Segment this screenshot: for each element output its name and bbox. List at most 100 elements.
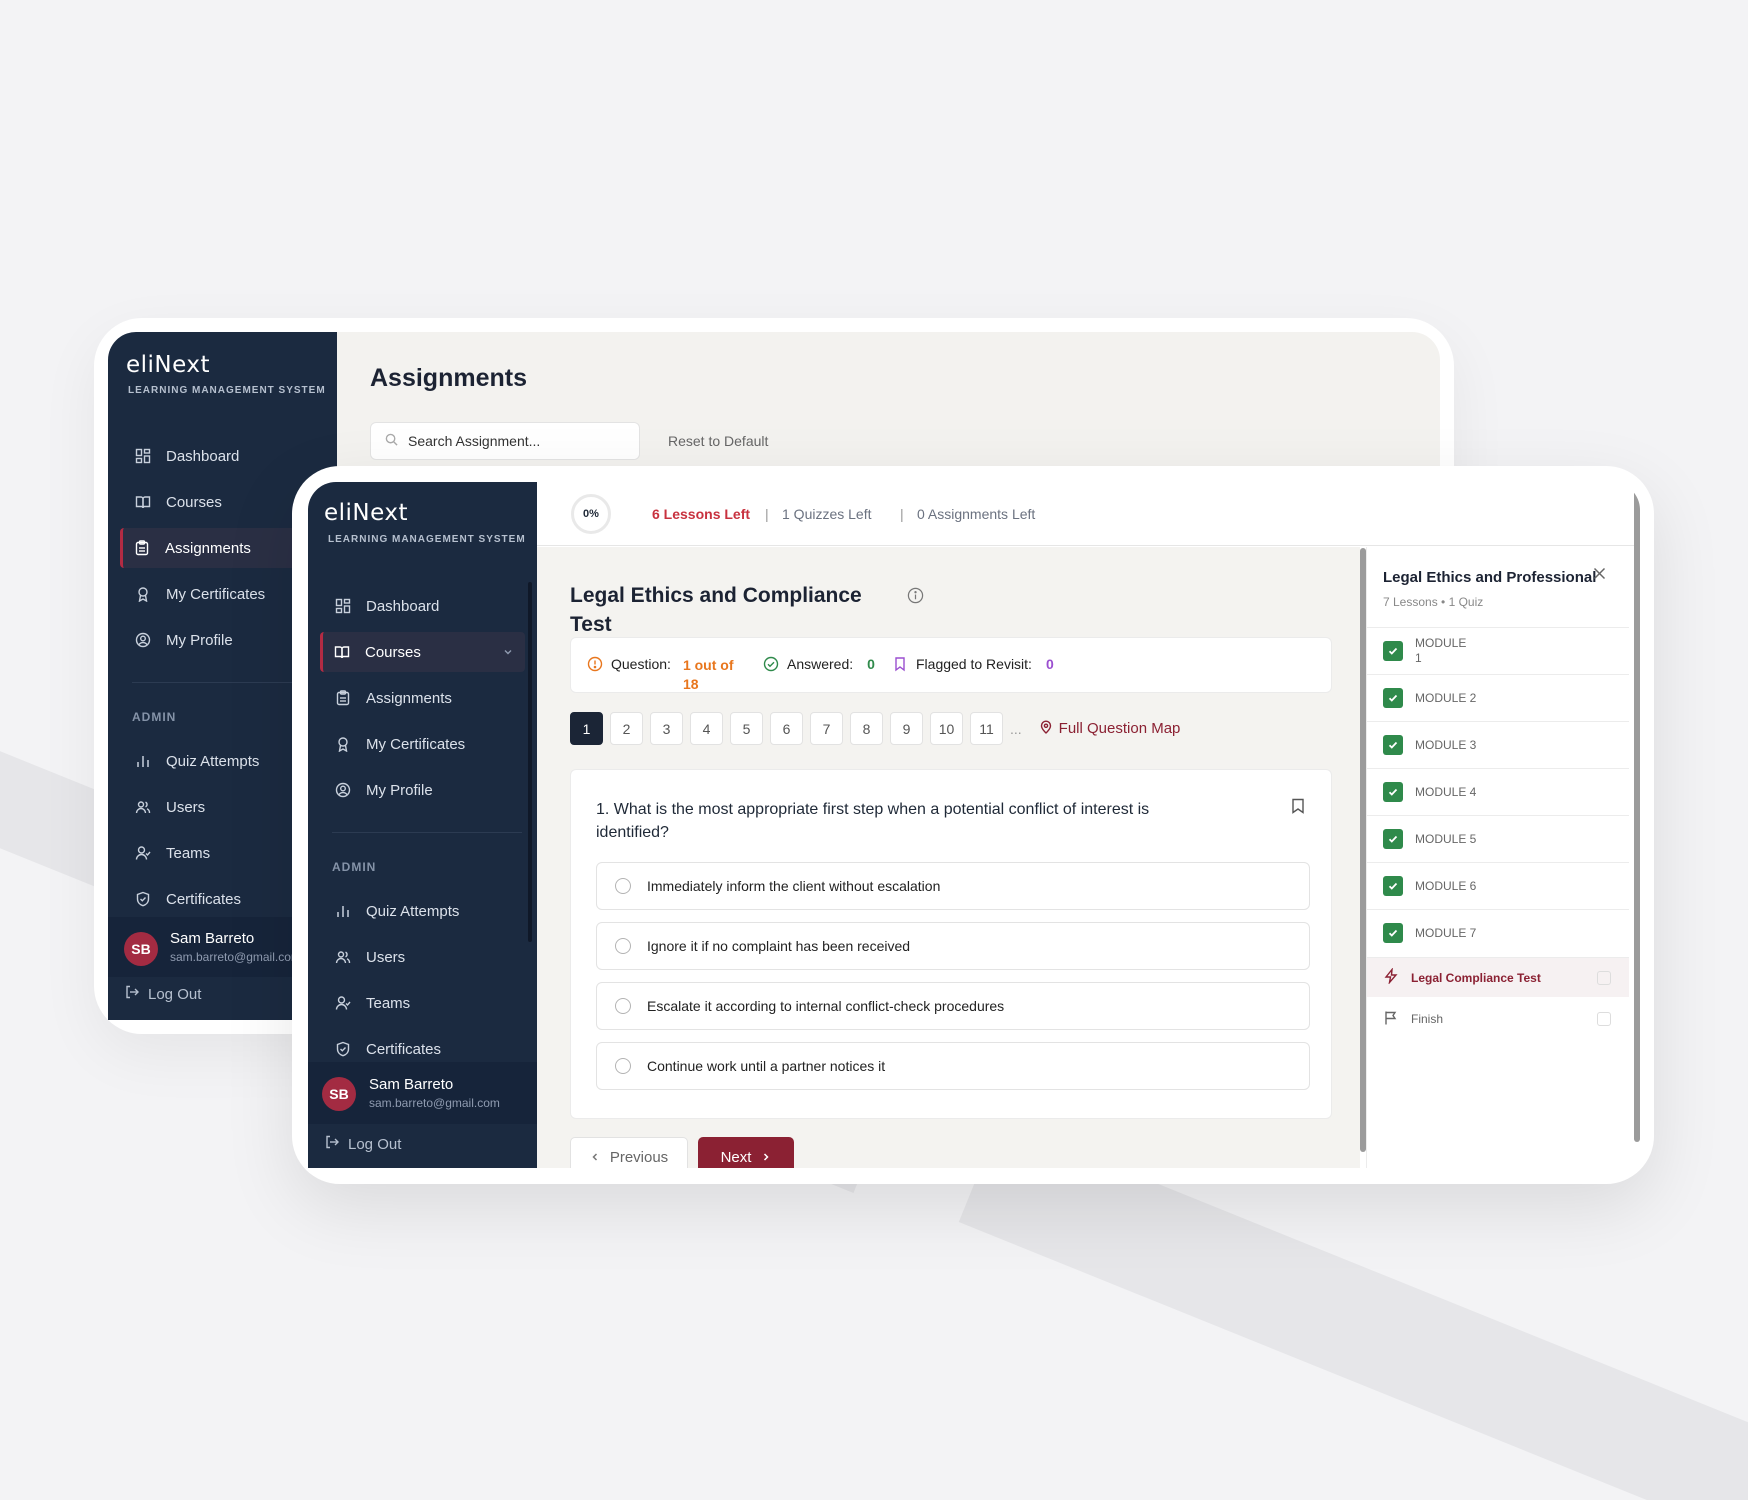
- bar-chart-icon: [134, 752, 152, 770]
- checkbox-checked-icon: [1383, 735, 1403, 755]
- module-label: MODULE 5: [1415, 832, 1477, 846]
- page-button[interactable]: 5: [730, 712, 763, 745]
- brand-logo: eliNext: [324, 500, 409, 526]
- question-value: 1 out of 18: [682, 657, 734, 692]
- sidebar-item-label: Courses: [365, 643, 421, 661]
- sidebar-item-assignments[interactable]: Assignments: [334, 678, 534, 718]
- answer-option[interactable]: Immediately inform the client without es…: [596, 862, 1310, 910]
- sidebar-item-dashboard[interactable]: Dashboard: [334, 586, 534, 626]
- page-button[interactable]: 10: [930, 712, 963, 745]
- map-pin-icon: [1039, 720, 1053, 738]
- sidebar-item-my-certificates[interactable]: My Certificates: [334, 724, 534, 764]
- logout-link[interactable]: Log Out: [324, 1134, 401, 1154]
- panel-scrollbar[interactable]: [1634, 482, 1640, 1142]
- sidebar-scrollbar[interactable]: [528, 582, 532, 942]
- admin-section-label: ADMIN: [332, 860, 377, 874]
- radio-button[interactable]: [615, 998, 631, 1014]
- page-button[interactable]: 4: [690, 712, 723, 745]
- answer-option[interactable]: Continue work until a partner notices it: [596, 1042, 1310, 1090]
- sidebar-item-label: My Certificates: [166, 585, 266, 603]
- page-button[interactable]: 8: [850, 712, 883, 745]
- bookmark-icon[interactable]: [1291, 798, 1305, 819]
- flagged-counter: Flagged to Revisit: 0: [892, 656, 1054, 675]
- sidebar-item-label: Quiz Attempts: [166, 752, 260, 770]
- option-label: Continue work until a partner notices it: [647, 1058, 886, 1074]
- answer-option[interactable]: Ignore it if no complaint has been recei…: [596, 922, 1310, 970]
- next-button[interactable]: Next: [698, 1137, 794, 1168]
- shield-icon: [334, 1040, 352, 1058]
- search-input[interactable]: Search Assignment...: [370, 422, 640, 460]
- sidebar-item-my-profile[interactable]: My Profile: [334, 770, 534, 810]
- module-item[interactable]: MODULE 2: [1367, 674, 1629, 721]
- page-button[interactable]: 6: [770, 712, 803, 745]
- chevron-down-icon: [503, 644, 513, 661]
- full-question-map-link[interactable]: Full Question Map: [1039, 720, 1180, 738]
- bar-chart-icon: [334, 902, 352, 920]
- sidebar-item-quiz-attempts[interactable]: Quiz Attempts: [334, 891, 534, 931]
- module-item[interactable]: MODULE 5: [1367, 815, 1629, 862]
- team-icon: [334, 994, 352, 1012]
- previous-button[interactable]: Previous: [570, 1137, 688, 1168]
- course-outline-panel: Legal Ethics and Professional 7 Lessons …: [1366, 547, 1640, 1168]
- sidebar-item-dashboard[interactable]: Dashboard: [134, 436, 334, 476]
- dashboard-icon: [334, 597, 352, 615]
- logout-link[interactable]: Log Out: [124, 984, 201, 1004]
- quiz-item-active[interactable]: Legal Compliance Test: [1367, 957, 1629, 997]
- check-circle-icon: [763, 656, 779, 675]
- team-icon: [134, 844, 152, 862]
- module-label: MODULE 1: [1415, 636, 1467, 665]
- separator: |: [765, 506, 769, 522]
- radio-button[interactable]: [615, 938, 631, 954]
- sidebar-item-label: Courses: [166, 493, 222, 511]
- module-label: MODULE 7: [1415, 926, 1477, 940]
- page-button[interactable]: 11: [970, 712, 1003, 745]
- lightning-icon: [1383, 967, 1399, 987]
- module-label: MODULE 6: [1415, 879, 1477, 893]
- module-item[interactable]: MODULE 3: [1367, 721, 1629, 768]
- sidebar-item-label: Assignments: [165, 539, 251, 557]
- reset-to-default-button[interactable]: Reset to Default: [668, 433, 768, 449]
- page-button[interactable]: 9: [890, 712, 923, 745]
- user-name: Sam Barreto: [369, 1076, 454, 1093]
- sidebar-item-users[interactable]: Users: [334, 937, 534, 977]
- answer-option[interactable]: Escalate it according to internal confli…: [596, 982, 1310, 1030]
- module-item[interactable]: MODULE 1: [1367, 627, 1629, 674]
- page-button[interactable]: 1: [570, 712, 603, 745]
- module-item[interactable]: MODULE 4: [1367, 768, 1629, 815]
- sidebar-item-label: Teams: [366, 994, 411, 1012]
- sidebar-item-label: My Certificates: [366, 735, 466, 753]
- sidebar-divider: [332, 832, 522, 833]
- user-profile-block[interactable]: SB Sam Barreto sam.barreto@gmail.com: [308, 1062, 537, 1124]
- module-item[interactable]: MODULE 7: [1367, 909, 1629, 956]
- next-label: Next: [720, 1148, 752, 1166]
- brand-logo: eliNext: [126, 352, 211, 378]
- close-icon[interactable]: [1593, 567, 1606, 585]
- sidebar-item-courses[interactable]: Courses: [320, 632, 525, 672]
- radio-button[interactable]: [615, 878, 631, 894]
- info-icon[interactable]: [907, 587, 924, 609]
- sidebar-item-label: Certificates: [366, 1040, 442, 1058]
- search-icon: [385, 433, 398, 449]
- page-button[interactable]: 2: [610, 712, 643, 745]
- sidebar-item-teams[interactable]: Teams: [334, 983, 534, 1023]
- option-label: Ignore it if no complaint has been recei…: [647, 938, 911, 954]
- page-button[interactable]: 7: [810, 712, 843, 745]
- module-item[interactable]: MODULE 6: [1367, 862, 1629, 909]
- question-label: Question:: [611, 656, 671, 672]
- front-sidebar: eliNext LEARNING MANAGEMENT SYSTEM Dashb…: [308, 482, 537, 1168]
- answered-label: Answered:: [787, 656, 854, 672]
- progress-circle: 0%: [571, 494, 611, 534]
- alert-circle-icon: [587, 656, 603, 675]
- award-icon: [334, 735, 352, 753]
- brand-subtitle: LEARNING MANAGEMENT SYSTEM: [128, 385, 326, 396]
- radio-button[interactable]: [615, 1058, 631, 1074]
- page-button[interactable]: 3: [650, 712, 683, 745]
- separator: |: [900, 506, 904, 522]
- course-panel-title: Legal Ethics and Professional: [1383, 569, 1597, 586]
- users-icon: [334, 948, 352, 966]
- finish-item[interactable]: Finish: [1367, 999, 1629, 1039]
- brand-subtitle: LEARNING MANAGEMENT SYSTEM: [328, 534, 526, 545]
- checkbox-checked-icon: [1383, 688, 1403, 708]
- question-pager: 1 2 3 4 5 6 7 8 9 10 11 ... Full Questio…: [570, 712, 1180, 745]
- pager-ellipsis: ...: [1010, 720, 1022, 737]
